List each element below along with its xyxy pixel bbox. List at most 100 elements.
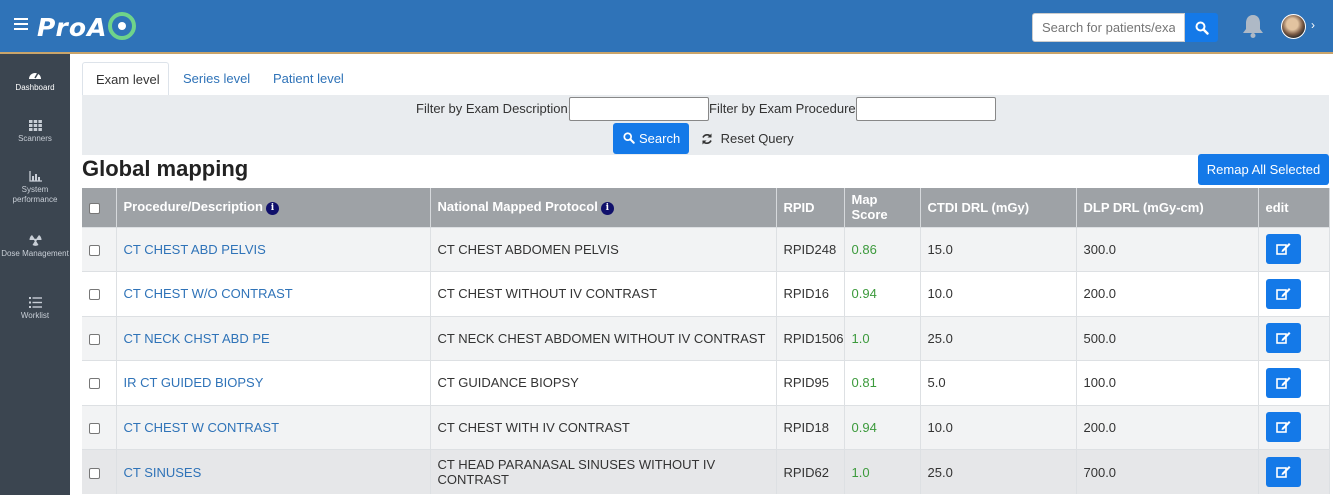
info-icon[interactable]: i: [265, 202, 279, 216]
sidebar-item-dashboard[interactable]: Dashboard: [0, 68, 70, 93]
row-checkbox[interactable]: [89, 289, 100, 301]
row-checkbox[interactable]: [89, 378, 100, 390]
column-header-protocol[interactable]: National Mapped Protocol i: [430, 188, 777, 227]
protocol-cell: CT CHEST ABDOMEN PELVIS: [430, 226, 777, 272]
dlp-cell: 700.0: [1076, 449, 1259, 494]
row-select-cell: [82, 360, 117, 405]
procedure-link[interactable]: CT NECK CHST ABD PE: [116, 315, 431, 361]
protocol-cell: CT HEAD PARANASAL SINUSES WITHOUT IV CON…: [430, 449, 777, 494]
avatar[interactable]: [1281, 14, 1306, 39]
column-header-rpid[interactable]: RPID: [776, 188, 845, 227]
page-title: Global mapping: [82, 156, 249, 181]
filter-procedure-label: Filter by Exam Procedure:: [709, 101, 860, 116]
sidebar-item-label: Scanners: [18, 134, 52, 143]
tab-patient-level[interactable]: Patient level: [260, 62, 357, 96]
sidebar: Dashboard Scanners System performance Do…: [0, 54, 70, 495]
bell-icon[interactable]: [1241, 13, 1265, 39]
exam-description-filter-input[interactable]: [569, 97, 709, 121]
row-checkbox[interactable]: [89, 467, 100, 479]
select-all-cell: [82, 188, 117, 227]
edit-button[interactable]: [1265, 457, 1301, 487]
edit-cell: [1258, 226, 1330, 272]
protocol-cell: CT CHEST WITH IV CONTRAST: [430, 404, 777, 450]
dlp-cell: 200.0: [1076, 404, 1259, 450]
row-select-cell: [82, 226, 117, 272]
filter-search-label: Search: [639, 131, 681, 146]
tab-series-level[interactable]: Series level: [170, 62, 263, 96]
patient-search-input[interactable]: [1032, 13, 1185, 42]
radiation-icon: [28, 235, 42, 246]
edit-icon: [1275, 243, 1290, 256]
column-header-dlp-drl[interactable]: DLP DRL (mGy-cm): [1076, 188, 1259, 227]
sidebar-item-system-performance[interactable]: System performance: [0, 171, 70, 205]
edit-button[interactable]: [1265, 278, 1301, 309]
dlp-cell: 300.0: [1076, 226, 1259, 272]
table-row: CT NECK CHST ABD PE CT NECK CHEST ABDOME…: [82, 315, 1330, 361]
column-header-label: National Mapped Protocol: [437, 199, 598, 215]
table-row: IR CT GUIDED BIOPSY CT GUIDANCE BIOPSY R…: [82, 360, 1330, 405]
column-header-ctdi-drl[interactable]: CTDI DRL (mGy): [920, 188, 1077, 227]
dlp-cell: 200.0: [1076, 271, 1259, 316]
filter-search-button[interactable]: Search: [613, 123, 689, 154]
refresh-icon: [702, 133, 712, 145]
sidebar-item-scanners[interactable]: Scanners: [0, 120, 70, 144]
menu-icon[interactable]: [14, 18, 28, 30]
bar-chart-icon: [28, 171, 42, 182]
ctdi-cell: 25.0: [920, 449, 1077, 494]
grid-icon: [28, 120, 42, 131]
edit-icon: [1275, 376, 1290, 389]
dashboard-icon: [29, 72, 41, 79]
row-checkbox[interactable]: [89, 244, 100, 256]
select-all-checkbox[interactable]: [89, 202, 100, 214]
edit-button[interactable]: [1265, 234, 1301, 265]
rpid-cell: RPID248: [776, 226, 845, 272]
rpid-cell: RPID1506: [776, 315, 845, 361]
dlp-cell: 100.0: [1076, 360, 1259, 405]
edit-button[interactable]: [1265, 412, 1301, 443]
list-icon: [28, 297, 42, 308]
sidebar-item-label: System performance: [12, 185, 58, 204]
ctdi-cell: 10.0: [920, 271, 1077, 316]
app-logo[interactable]: ProA: [37, 12, 137, 42]
sidebar-item-label: Worklist: [20, 311, 50, 320]
table-header-row: Procedure/Description i National Mapped P…: [82, 188, 1330, 227]
column-header-map-score[interactable]: Map Score: [844, 188, 921, 227]
search-icon: [1195, 21, 1209, 35]
sidebar-item-label: Dashboard: [15, 83, 55, 92]
reset-query-button[interactable]: Reset Query: [701, 131, 794, 146]
row-checkbox[interactable]: [89, 333, 100, 345]
tab-exam-level[interactable]: Exam level: [82, 62, 169, 96]
procedure-link[interactable]: CT CHEST W CONTRAST: [116, 404, 431, 450]
procedure-link[interactable]: CT CHEST W/O CONTRAST: [116, 271, 431, 316]
map-score-cell: 1.0: [844, 315, 921, 361]
row-select-cell: [82, 315, 117, 361]
sidebar-item-worklist[interactable]: Worklist: [0, 297, 70, 321]
edit-icon: [1275, 332, 1290, 345]
column-header-edit: edit: [1258, 188, 1330, 227]
edit-icon: [1275, 421, 1290, 434]
row-checkbox[interactable]: [89, 422, 100, 434]
info-icon[interactable]: i: [600, 202, 614, 216]
row-select-cell: [82, 271, 117, 316]
edit-button[interactable]: [1265, 367, 1301, 398]
protocol-cell: CT NECK CHEST ABDOMEN WITHOUT IV CONTRAS…: [430, 315, 777, 361]
search-button[interactable]: [1185, 13, 1218, 42]
column-header-label: Procedure/Description: [123, 199, 263, 215]
row-select-cell: [82, 449, 117, 494]
map-score-cell: 0.86: [844, 226, 921, 272]
procedure-link[interactable]: CT CHEST ABD PELVIS: [116, 226, 431, 272]
sidebar-item-dose-management[interactable]: Dose Management: [0, 234, 70, 259]
edit-button[interactable]: [1265, 323, 1301, 354]
remap-all-selected-button[interactable]: Remap All Selected: [1198, 154, 1329, 185]
table-row: CT SINUSES CT HEAD PARANASAL SINUSES WIT…: [82, 449, 1330, 494]
top-navbar: ProA ›: [0, 0, 1333, 54]
chevron-right-icon[interactable]: ›: [1311, 18, 1315, 32]
sidebar-item-label: Dose Management: [1, 249, 69, 258]
exam-procedure-filter-input[interactable]: [856, 97, 996, 121]
column-header-procedure[interactable]: Procedure/Description i: [116, 188, 431, 227]
reset-query-label: Reset Query: [720, 131, 794, 146]
ctdi-cell: 15.0: [920, 226, 1077, 272]
filter-description-label: Filter by Exam Description:: [416, 101, 572, 116]
procedure-link[interactable]: CT SINUSES: [116, 449, 431, 494]
procedure-link[interactable]: IR CT GUIDED BIOPSY: [116, 360, 431, 405]
